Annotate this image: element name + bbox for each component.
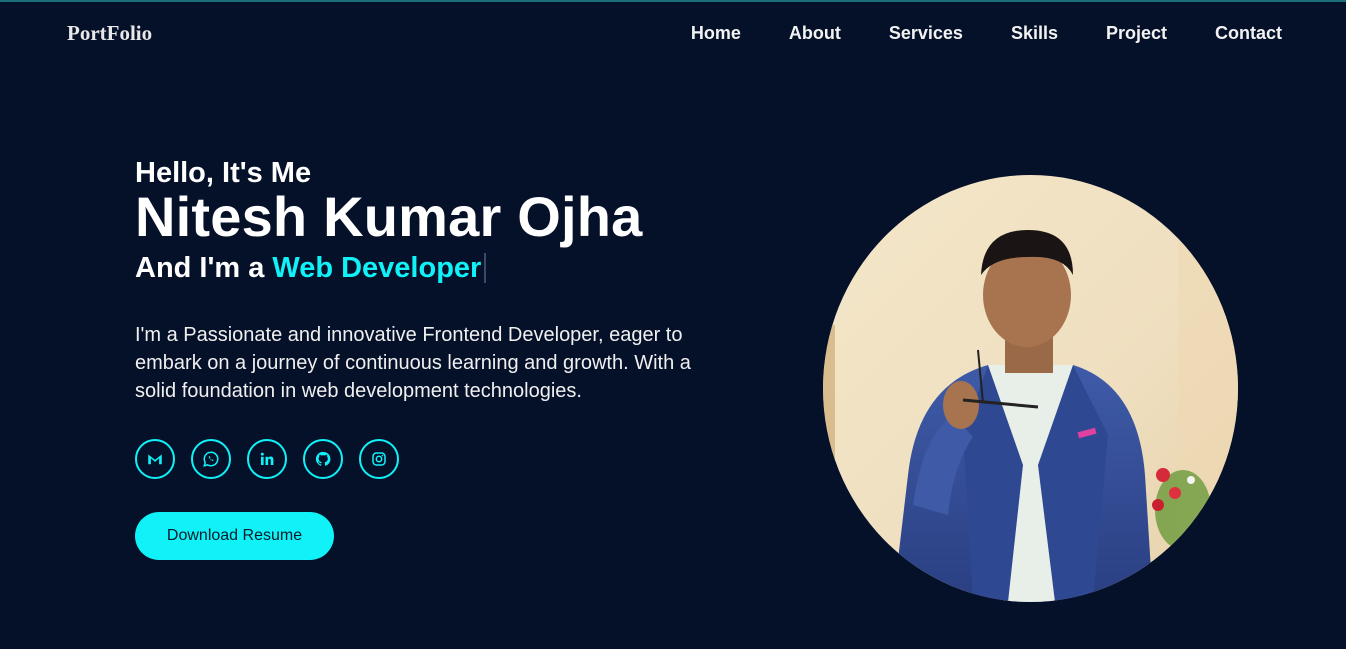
linkedin-link[interactable] [247, 439, 287, 479]
github-link[interactable] [303, 439, 343, 479]
nav-about[interactable]: About [789, 23, 841, 44]
download-resume-button[interactable]: Download Resume [135, 512, 334, 560]
instagram-icon [372, 452, 386, 466]
main-nav: Home About Services Skills Project Conta… [691, 23, 1282, 44]
nav-project[interactable]: Project [1106, 23, 1167, 44]
whatsapp-icon [203, 451, 219, 467]
gmail-icon [148, 454, 162, 465]
nav-services[interactable]: Services [889, 23, 963, 44]
social-links [135, 439, 735, 479]
profile-photo [823, 175, 1238, 602]
hero-description: I'm a Passionate and innovative Frontend… [135, 324, 691, 402]
hero-name: Nitesh Kumar Ojha [135, 185, 643, 248]
site-header: PortFolio Home About Services Skills Pro… [0, 2, 1346, 66]
role-highlight: Web Developer [272, 252, 482, 284]
role-prefix: And I'm a [135, 252, 265, 284]
hero-section: Hello, It's Me Nitesh Kumar Ojha And I'm… [135, 156, 735, 560]
nav-home[interactable]: Home [691, 23, 741, 44]
typing-caret [484, 253, 487, 283]
whatsapp-link[interactable] [191, 439, 231, 479]
profile-portrait-illustration [823, 175, 1238, 602]
role-line: And I'm a Web Developer [135, 251, 735, 285]
gmail-link[interactable] [135, 439, 175, 479]
nav-contact[interactable]: Contact [1215, 23, 1282, 44]
linkedin-icon [260, 452, 274, 465]
github-icon [315, 451, 331, 466]
instagram-link[interactable] [359, 439, 399, 479]
nav-skills[interactable]: Skills [1011, 23, 1058, 44]
logo[interactable]: PortFolio [67, 21, 152, 46]
